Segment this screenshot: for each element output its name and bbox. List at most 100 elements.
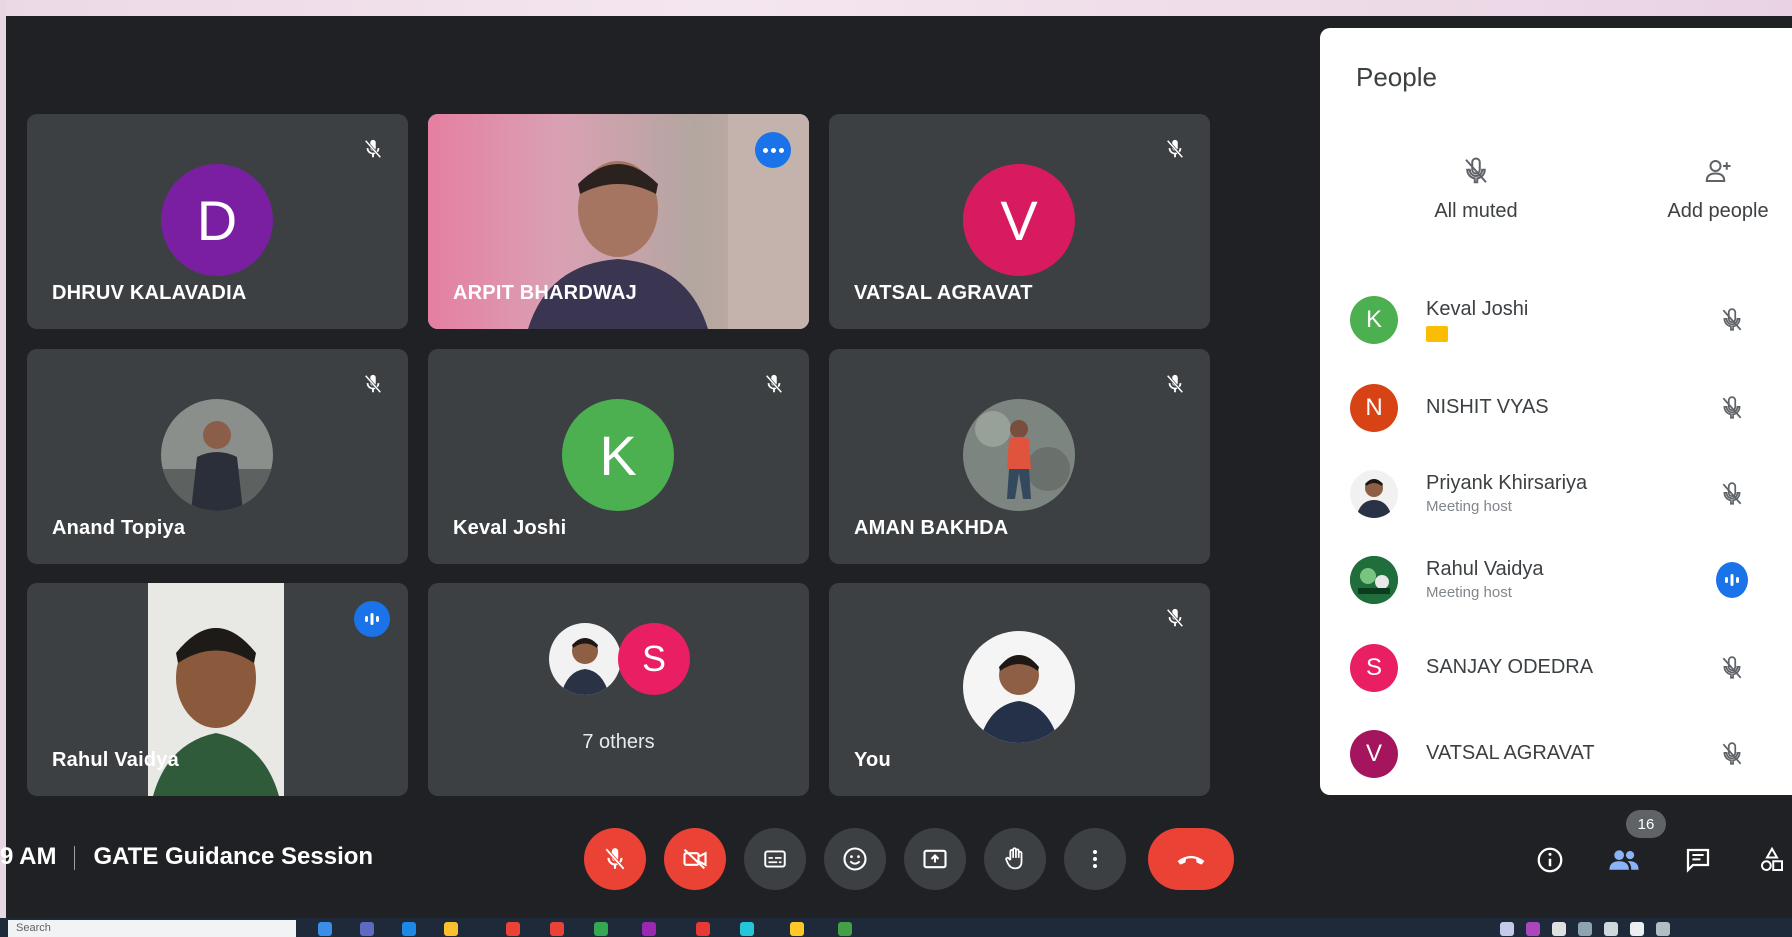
mic-off-icon[interactable] [1716,652,1748,684]
meeting-details-button[interactable] [1530,840,1570,880]
tray-icon[interactable] [1604,922,1618,936]
tray-icon[interactable] [1656,922,1670,936]
participant-row[interactable]: N NISHIT VYAS [1350,378,1792,438]
app-icon[interactable] [594,922,608,936]
mic-off-icon [1162,605,1188,631]
mic-off-icon [1465,157,1487,184]
tile-you[interactable]: You [829,583,1210,796]
captions-icon [764,850,786,868]
activities-button[interactable] [1752,840,1792,880]
info-icon [1537,847,1563,873]
meeting-info: 9 AM GATE Guidance Session [0,843,373,871]
more-vert-icon [1093,850,1097,868]
participant-name: AMAN BAKHDA [854,517,1009,539]
chat-button[interactable] [1678,840,1718,880]
tray-icon[interactable] [1578,922,1592,936]
more-options-button[interactable] [755,132,791,168]
meeting-time: 9 AM [0,843,57,870]
taskbar-search-input[interactable]: Search [8,920,296,937]
mic-off-icon [360,136,386,162]
app-icon[interactable] [790,922,804,936]
tray-icon[interactable] [1500,922,1514,936]
add-person-icon [1705,160,1731,182]
participant-role: Meeting host [1426,584,1512,601]
participant-row[interactable]: Priyank Khirsariya Meeting host [1350,464,1792,524]
app-icon[interactable] [444,922,458,936]
left-edge-strip [0,0,6,937]
tile-rahul-vaidya[interactable]: Rahul Vaidya [27,583,408,796]
present-button[interactable] [904,828,966,890]
tile-arpit-bhardwaj[interactable]: ARPIT BHARDWAJ [428,114,809,329]
participant-name: VATSAL AGRAVAT [854,282,1033,304]
tile-others[interactable]: S 7 others [428,583,809,796]
app-icon[interactable] [402,922,416,936]
app-icon[interactable] [740,922,754,936]
tile-aman-bakhda[interactable]: AMAN BAKHDA [829,349,1210,564]
avatar-photo [549,623,621,695]
tile-vatsal-agravat[interactable]: V VATSAL AGRAVAT [829,114,1210,329]
avatar-photo [161,399,273,511]
mic-off-icon [360,371,386,397]
avatar: K [562,399,674,511]
participant-name: Rahul Vaidya [1426,558,1544,580]
raise-hand-icon [1005,847,1023,870]
app-icon[interactable] [696,922,710,936]
others-count-label: 7 others [582,731,655,753]
avatar: D [161,164,273,276]
participant-name: Rahul Vaidya [52,749,179,771]
tray-icon[interactable] [1630,922,1644,936]
app-icon[interactable] [550,922,564,936]
add-people-label: Add people [1667,200,1769,222]
mic-off-icon [761,371,787,397]
participant-name: Keval Joshi [453,517,567,539]
tile-dhruv-kalavadia[interactable]: D DHRUV KALAVADIA [27,114,408,329]
mic-off-icon[interactable] [1716,478,1748,510]
panel-title: People [1356,62,1437,92]
mic-toggle-button[interactable] [584,828,646,890]
separator [74,845,76,870]
avatar-photo [1350,556,1398,604]
avatar: K [1350,296,1398,344]
add-people-button[interactable]: Add people [1644,156,1792,223]
avatar: V [1350,730,1398,778]
tile-keval-joshi[interactable]: K Keval Joshi [428,349,809,564]
app-icon[interactable] [642,922,656,936]
app-icon[interactable] [318,922,332,936]
mic-off-icon [605,848,625,870]
people-button[interactable] [1604,840,1644,880]
tray-icon[interactable] [1552,922,1566,936]
participant-row[interactable]: Rahul Vaidya Meeting host [1350,550,1792,610]
captions-button[interactable] [744,828,806,890]
reactions-button[interactable] [824,828,886,890]
chat-icon [1686,848,1710,873]
mic-off-icon[interactable] [1716,304,1748,336]
avatar-photo [963,631,1075,743]
avatar: S [1350,644,1398,692]
app-icon[interactable] [838,922,852,936]
end-call-icon [1177,855,1205,865]
end-call-button[interactable] [1148,828,1234,890]
participant-name: Anand Topiya [52,517,186,539]
participant-row[interactable]: V VATSAL AGRAVAT [1350,724,1792,784]
participant-row[interactable]: K Keval Joshi [1350,290,1792,350]
avatar-photo [963,399,1075,511]
people-panel: People All muted Add people K Keval Josh… [1320,28,1792,795]
more-options-button[interactable] [1064,828,1126,890]
tray-icon[interactable] [1526,922,1540,936]
emoji-icon [843,847,867,871]
raise-hand-button[interactable] [984,828,1046,890]
tile-anand-topiya[interactable]: Anand Topiya [27,349,408,564]
mic-off-icon[interactable] [1716,392,1748,424]
participant-row[interactable]: S SANJAY ODEDRA [1350,638,1792,698]
camera-toggle-button[interactable] [664,828,726,890]
all-muted-status: All muted [1406,156,1546,223]
avatar-photo [1350,470,1398,518]
participant-count-badge: 16 [1626,810,1666,838]
app-icon[interactable] [506,922,520,936]
app-icon[interactable] [360,922,374,936]
participant-name: You [854,749,891,771]
all-muted-label: All muted [1434,200,1518,222]
mic-off-icon[interactable] [1716,738,1748,770]
meeting-title: GATE Guidance Session [93,843,374,870]
participant-name: Keval Joshi [1426,298,1529,320]
